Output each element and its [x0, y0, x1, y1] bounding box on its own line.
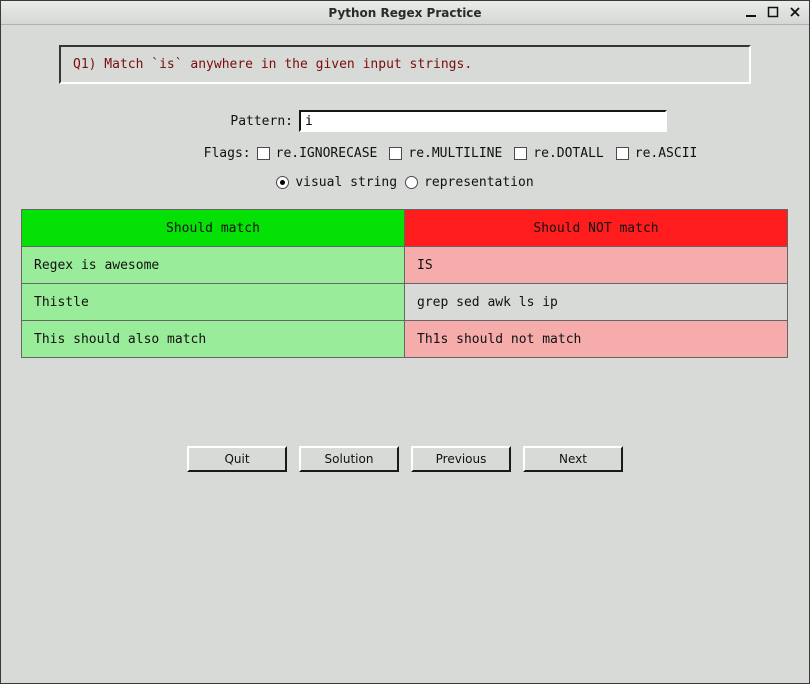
- button-row: Quit Solution Previous Next: [19, 446, 791, 472]
- checkbox-icon: [389, 147, 402, 160]
- mode-representation[interactable]: representation: [405, 175, 534, 190]
- nomatch-cell: grep sed awk ls ip: [404, 283, 788, 321]
- flags-row: Flags: re.IGNORECASE re.MULTILINE re.DOT…: [19, 146, 791, 161]
- app-window: Python Regex Practice Q1) Match `is` any…: [0, 0, 810, 684]
- flag-dotall[interactable]: re.DOTALL: [514, 146, 603, 161]
- match-cell: This should also match: [21, 320, 405, 358]
- header-should-match: Should match: [21, 209, 405, 247]
- window-controls: [743, 4, 803, 20]
- header-should-not-match: Should NOT match: [404, 209, 788, 247]
- flag-multiline[interactable]: re.MULTILINE: [389, 146, 502, 161]
- titlebar: Python Regex Practice: [1, 1, 809, 25]
- mode-label: representation: [424, 175, 534, 190]
- mode-row: visual string representation: [19, 175, 791, 190]
- quit-button[interactable]: Quit: [187, 446, 287, 472]
- next-button[interactable]: Next: [523, 446, 623, 472]
- mode-label: visual string: [295, 175, 397, 190]
- flag-label: re.ASCII: [635, 146, 698, 161]
- solution-button[interactable]: Solution: [299, 446, 399, 472]
- flag-label: re.IGNORECASE: [276, 146, 378, 161]
- window-title: Python Regex Practice: [1, 6, 809, 20]
- nomatch-cell: IS: [404, 246, 788, 284]
- previous-button[interactable]: Previous: [411, 446, 511, 472]
- close-icon[interactable]: [787, 4, 803, 20]
- match-cell: Regex is awesome: [21, 246, 405, 284]
- flag-label: re.MULTILINE: [408, 146, 502, 161]
- question-text: Q1) Match `is` anywhere in the given inp…: [73, 57, 472, 72]
- maximize-icon[interactable]: [765, 4, 781, 20]
- checkbox-icon: [514, 147, 527, 160]
- pattern-row: Pattern:: [19, 110, 791, 132]
- question-frame: Q1) Match `is` anywhere in the given inp…: [59, 45, 751, 84]
- flags-label: Flags:: [101, 146, 251, 161]
- checkbox-icon: [616, 147, 629, 160]
- results-table: Should match Should NOT match Regex is a…: [22, 210, 788, 358]
- pattern-label: Pattern:: [143, 114, 293, 129]
- flag-ascii[interactable]: re.ASCII: [616, 146, 698, 161]
- mode-visual-string[interactable]: visual string: [276, 175, 397, 190]
- checkbox-icon: [257, 147, 270, 160]
- flag-ignorecase[interactable]: re.IGNORECASE: [257, 146, 378, 161]
- client-area: Q1) Match `is` anywhere in the given inp…: [1, 25, 809, 683]
- nomatch-cell: Th1s should not match: [404, 320, 788, 358]
- match-cell: Thistle: [21, 283, 405, 321]
- minimize-icon[interactable]: [743, 4, 759, 20]
- radio-icon: [405, 176, 418, 189]
- flag-label: re.DOTALL: [533, 146, 603, 161]
- radio-icon: [276, 176, 289, 189]
- pattern-input[interactable]: [299, 110, 667, 132]
